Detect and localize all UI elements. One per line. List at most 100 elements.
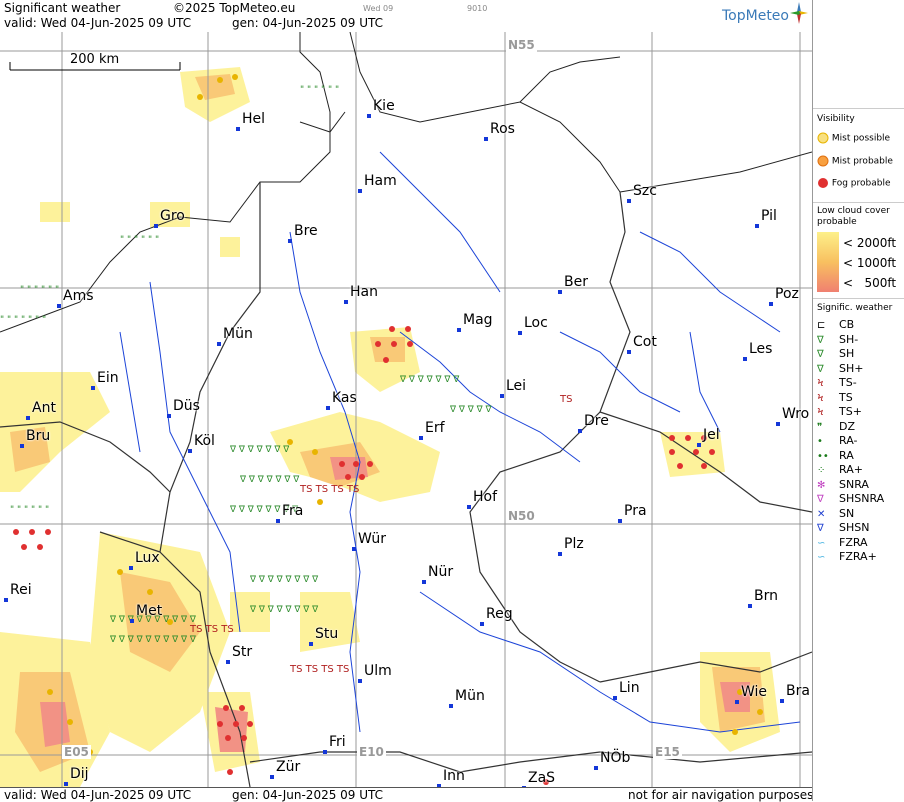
sigwx-row: ⊏ CB bbox=[817, 318, 854, 331]
sigwx-icon: ⊏ bbox=[817, 320, 826, 331]
legend-panel: Visibility Mist possible Mist probable F… bbox=[812, 0, 904, 801]
topmeteo-logo[interactable]: TopMeteo bbox=[722, 2, 808, 30]
grid-label-n55: N55 bbox=[506, 38, 537, 52]
city-label: Köl bbox=[194, 433, 215, 449]
legend-lowcloud-500: < 500ft bbox=[843, 276, 897, 290]
sigwx-icon: ∽ bbox=[817, 552, 826, 563]
city-marker bbox=[755, 224, 759, 228]
city-marker bbox=[57, 304, 61, 308]
city-label: Reg bbox=[486, 606, 513, 622]
sigwx-label: RA+ bbox=[839, 463, 863, 476]
sigwx-label: TS+ bbox=[839, 405, 862, 418]
city-label: Kas bbox=[332, 390, 357, 406]
valid-time: valid: Wed 04-Jun-2025 09 UTC bbox=[4, 16, 192, 30]
city-label: Pra bbox=[624, 503, 647, 519]
city-label: Fri bbox=[329, 734, 346, 750]
sigwx-icon: • bbox=[817, 436, 823, 447]
svg-text:∇ ∇ ∇ ∇ ∇ ∇ ∇ ∇: ∇ ∇ ∇ ∇ ∇ ∇ ∇ ∇ bbox=[249, 575, 319, 585]
city-label: Mün bbox=[455, 688, 485, 704]
city-label: Ams bbox=[63, 288, 94, 304]
sigwx-label: SHSN bbox=[839, 521, 870, 534]
map-canvas: ∇ ∇ ∇ ∇ ∇ ∇ ∇ ∇ ∇ ∇ ∇ ∇ ∇ ∇ ∇ ∇ ∇ ∇ ∇ ∇ … bbox=[0, 32, 812, 787]
footer-valid: valid: Wed 04-Jun-2025 09 UTC bbox=[4, 788, 192, 802]
sigwx-row: ∇ SHSN bbox=[817, 521, 869, 534]
svg-text:" " " " " ": " " " " " " bbox=[10, 505, 49, 515]
city-marker bbox=[154, 224, 158, 228]
city-label: Dre bbox=[584, 413, 609, 429]
city-label: Ant bbox=[32, 400, 56, 416]
city-marker bbox=[288, 239, 292, 243]
scale-label: 200 km bbox=[70, 52, 120, 67]
city-marker bbox=[4, 598, 8, 602]
city-marker bbox=[91, 386, 95, 390]
city-marker bbox=[358, 189, 362, 193]
gen-time: gen: 04-Jun-2025 09 UTC bbox=[232, 16, 384, 30]
city-label: Szc bbox=[633, 183, 657, 199]
mist-probable-icon bbox=[817, 155, 829, 167]
city-marker bbox=[26, 416, 30, 420]
city-marker bbox=[367, 114, 371, 118]
city-marker bbox=[167, 414, 171, 418]
city-marker bbox=[780, 699, 784, 703]
city-marker bbox=[500, 394, 504, 398]
sigwx-icon: ∽ bbox=[817, 537, 826, 549]
svg-text:" " " " " " ": " " " " " " " bbox=[0, 315, 46, 325]
city-marker bbox=[326, 406, 330, 410]
legend-lowcloud-1000: < 1000ft bbox=[843, 256, 897, 270]
city-label: Ulm bbox=[364, 663, 392, 679]
sigwx-row: ∇ SHSNRA bbox=[817, 492, 884, 505]
city-marker bbox=[697, 443, 701, 447]
sigwx-row: ∽ FZRA+ bbox=[817, 550, 877, 563]
map-title: Significant weather bbox=[4, 1, 121, 15]
city-label: Cot bbox=[633, 334, 657, 350]
sigwx-row: Ϟ TS bbox=[817, 391, 853, 404]
sigwx-icon: ∇ bbox=[817, 363, 824, 375]
grid-label-e05: E05 bbox=[62, 745, 91, 759]
city-marker bbox=[480, 622, 484, 626]
compass-icon bbox=[790, 2, 808, 24]
sigwx-label: RA bbox=[839, 448, 854, 462]
sigwx-label: SNRA bbox=[839, 477, 869, 491]
sigwx-icon: ∇ bbox=[817, 494, 824, 505]
sigwx-row: Ϟ TS- bbox=[817, 376, 857, 389]
city-label: Hof bbox=[473, 489, 498, 505]
legend-fog-probable: Fog probable bbox=[817, 177, 891, 189]
city-marker bbox=[352, 547, 356, 551]
svg-text:∇ ∇ ∇ ∇ ∇ ∇ ∇: ∇ ∇ ∇ ∇ ∇ ∇ ∇ bbox=[399, 375, 460, 385]
city-marker bbox=[484, 137, 488, 141]
map-area[interactable]: ∇ ∇ ∇ ∇ ∇ ∇ ∇ ∇ ∇ ∇ ∇ ∇ ∇ ∇ ∇ ∇ ∇ ∇ ∇ ∇ … bbox=[0, 32, 812, 787]
legend-mist-possible-label: Mist possible bbox=[831, 133, 891, 144]
city-marker bbox=[344, 300, 348, 304]
city-marker bbox=[578, 429, 582, 433]
lowcloud-gradient bbox=[817, 232, 839, 292]
legend-lowcloud-title: Low cloud cover probable bbox=[817, 206, 890, 227]
sigwx-icon: ❞ bbox=[817, 421, 823, 433]
city-label: Ber bbox=[564, 274, 588, 290]
city-label: Erf bbox=[425, 420, 445, 436]
grid-label-e15: E15 bbox=[653, 745, 682, 759]
sigwx-label: TS- bbox=[839, 376, 857, 389]
sigwx-icon: Ϟ bbox=[817, 378, 824, 389]
city-label: Wro bbox=[782, 406, 810, 422]
city-marker bbox=[743, 357, 747, 361]
city-marker bbox=[358, 679, 362, 683]
sigwx-row: ∇ SH+ bbox=[817, 362, 863, 375]
city-label: Bra bbox=[786, 683, 810, 699]
svg-text:TS TS TS TS: TS TS TS TS bbox=[299, 484, 359, 495]
city-label: Zür bbox=[276, 759, 301, 775]
sigwx-label: DZ bbox=[839, 419, 856, 433]
city-label: Dij bbox=[70, 766, 89, 782]
city-label: Bre bbox=[294, 223, 318, 239]
sigwx-label: SH+ bbox=[839, 361, 864, 375]
city-label: Nür bbox=[428, 564, 454, 580]
city-marker bbox=[449, 704, 453, 708]
city-label: Hel bbox=[242, 111, 266, 127]
sigwx-row: ∇ SH bbox=[817, 347, 854, 360]
city-label: Bru bbox=[26, 428, 51, 444]
city-label: Rei bbox=[10, 582, 32, 598]
city-marker bbox=[558, 290, 562, 294]
svg-text:∇ ∇ ∇ ∇ ∇ ∇ ∇ ∇: ∇ ∇ ∇ ∇ ∇ ∇ ∇ ∇ bbox=[249, 605, 319, 615]
sigwx-row: ✕ SN bbox=[817, 507, 854, 520]
city-label: Fra bbox=[282, 503, 304, 519]
city-marker bbox=[422, 580, 426, 584]
